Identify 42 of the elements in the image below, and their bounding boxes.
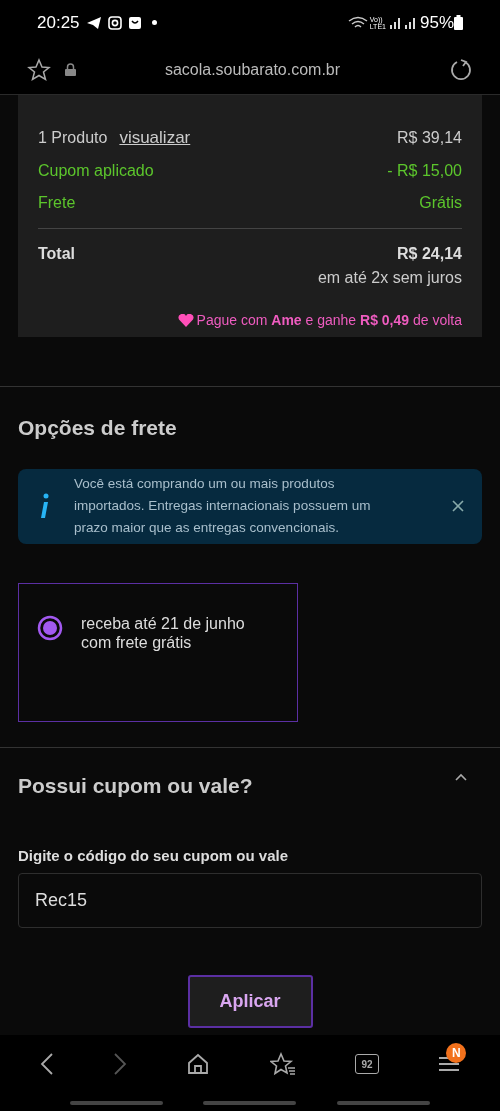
view-link[interactable]: visualizar: [119, 125, 191, 151]
notice-text: Você está comprando um ou mais produtos importados. Entregas internacionais possuem um prazo maior que as entregas convencionais.: [74, 475, 372, 537]
shopping-bag-icon: [127, 15, 142, 30]
battery-icon: [454, 15, 463, 30]
dot-icon: [151, 20, 157, 25]
wifi-icon: [347, 15, 368, 30]
chevron-up-icon[interactable]: [455, 772, 467, 781]
reload-icon[interactable]: [449, 57, 473, 82]
apply-button[interactable]: Aplicar: [187, 974, 313, 1028]
home-icon[interactable]: [186, 1052, 211, 1076]
field-label: Digite o código do seu cupom ou vale: [18, 846, 290, 866]
clock: 20:25: [37, 11, 80, 34]
star-icon[interactable]: [27, 57, 51, 82]
installments-text: em até 2x sem juros: [317, 267, 462, 288]
forward-icon[interactable]: [113, 1052, 127, 1076]
summary-label: Frete: [38, 192, 76, 213]
total-label: Total: [38, 243, 76, 264]
total-value: R$ 24,14: [397, 243, 462, 264]
bookmarks-icon[interactable]: [269, 1052, 296, 1076]
signal-icon: [403, 16, 416, 29]
section-title: Possui cupom ou vale?: [18, 772, 253, 799]
notification-badge: N: [446, 1043, 467, 1063]
signal-icon: [388, 16, 401, 29]
product-price: R$ 39,14: [397, 128, 462, 148]
menu-icon[interactable]: [438, 1055, 461, 1073]
tabs-button[interactable]: 92: [354, 1054, 379, 1074]
back-icon[interactable]: [39, 1052, 54, 1076]
product-count: 1 Produto: [38, 128, 108, 148]
heart-icon: [177, 313, 194, 327]
cashback-text: Pague com Ame e ganhe R$ 0,49 de volta: [196, 310, 462, 330]
battery-level: 95%: [419, 11, 454, 34]
section-title: Opções de frete: [18, 415, 178, 441]
coupon-field[interactable]: Rec15: [18, 872, 482, 928]
lock-icon: [65, 63, 76, 76]
summary-value: - R$ 15,00: [387, 160, 462, 181]
summary-label: Cupom aplicado: [38, 160, 154, 181]
radio-button[interactable]: [37, 614, 63, 641]
summary-value: Grátis: [419, 192, 462, 213]
info-icon: [38, 493, 50, 519]
shipping-option[interactable]: receba até 21 de junho com frete grátis: [18, 582, 298, 722]
close-icon[interactable]: [452, 500, 464, 512]
option-label: receba até 21 de junho com frete grátis: [81, 613, 246, 652]
